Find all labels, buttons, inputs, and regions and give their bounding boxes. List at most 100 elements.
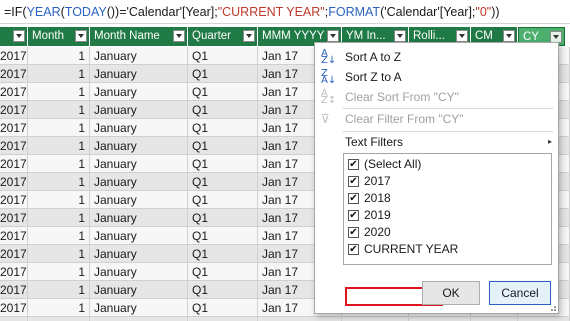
sort-a-to-z-item[interactable]: A Z↓ Sort A to Z (315, 47, 558, 67)
cell-year[interactable]: 2017 (0, 173, 28, 191)
filter-value-item[interactable]: ✔ 2017 (348, 173, 391, 190)
cell-quarter[interactable]: Q1 (188, 245, 258, 263)
cell-month-name[interactable]: January (90, 209, 188, 227)
column-header-month[interactable]: Month (28, 27, 90, 46)
checkbox-icon[interactable]: ✔ (348, 176, 359, 187)
cell-year[interactable]: 2017 (0, 299, 28, 317)
filter-value-item[interactable]: ✔ 2018 (348, 190, 391, 207)
formula-bar[interactable]: =IF(YEAR(TODAY ())='Calendar'[Year]; "CURR… (0, 0, 570, 24)
cell-year[interactable]: 2017 (0, 101, 28, 119)
cell-month-name[interactable]: January (90, 173, 188, 191)
filter-dropdown-icon[interactable] (13, 30, 25, 42)
cell-month-name[interactable]: January (90, 299, 188, 317)
cell-month-name[interactable]: January (90, 65, 188, 83)
cell-cm[interactable] (471, 317, 518, 321)
cell-year[interactable]: 2017 (0, 209, 28, 227)
cell-month-name[interactable]: January (90, 281, 188, 299)
column-header-quarter[interactable]: Quarter (188, 27, 258, 46)
sort-z-to-a-item[interactable]: Z A↓ Sort Z to A (315, 67, 558, 87)
cell-month[interactable]: 1 (28, 65, 90, 83)
filter-dropdown-icon[interactable] (243, 30, 255, 42)
cell-month-name[interactable]: January (90, 155, 188, 173)
cell-month-name[interactable]: January (90, 137, 188, 155)
cell-year[interactable]: 2017 (0, 155, 28, 173)
text-filters-item[interactable]: Text Filters ▸ (315, 132, 558, 152)
cell-month[interactable]: 1 (28, 263, 90, 281)
cell-month[interactable]: 1 (28, 83, 90, 101)
cell-month[interactable]: 1 (28, 119, 90, 137)
cell-month-name[interactable]: January (90, 263, 188, 281)
cell-month[interactable]: 1 (28, 101, 90, 119)
checkbox-icon[interactable]: ✔ (348, 227, 359, 238)
cell-quarter[interactable]: Q1 (188, 155, 258, 173)
checkbox-icon[interactable]: ✔ (348, 193, 359, 204)
resize-grip-icon[interactable] (548, 303, 556, 311)
cell-quarter[interactable]: Q1 (188, 317, 258, 321)
filter-dropdown-icon[interactable] (327, 30, 339, 42)
cell-year[interactable]: 2017 (0, 119, 28, 137)
filter-values-list[interactable]: ✔ (Select All) ✔ 2017 ✔ 2018 ✔ 2019 ✔ 2020 ✔ CURREN… (343, 153, 552, 306)
cell-year[interactable]: 2017 (0, 227, 28, 245)
cell-year[interactable]: 2017 (0, 191, 28, 209)
filter-dropdown-icon[interactable] (75, 30, 87, 42)
cell-cy[interactable] (518, 317, 570, 321)
cell-month[interactable]: 1 (28, 317, 90, 321)
cell-month[interactable]: 1 (28, 155, 90, 173)
cell-quarter[interactable]: Q1 (188, 47, 258, 65)
cell-month-name[interactable]: January (90, 227, 188, 245)
cell-quarter[interactable]: Q1 (188, 101, 258, 119)
cell-year[interactable]: 2017 (0, 317, 28, 321)
filter-dropdown-icon[interactable] (456, 30, 468, 42)
column-header-month-name[interactable]: Month Name (90, 27, 188, 46)
cell-month-name[interactable]: January (90, 245, 188, 263)
cell-month-name[interactable]: January (90, 191, 188, 209)
checkbox-icon[interactable]: ✔ (348, 159, 359, 170)
cell-quarter[interactable]: Q1 (188, 299, 258, 317)
cell-month-name[interactable]: January (90, 101, 188, 119)
cell-month-name[interactable]: January (90, 119, 188, 137)
cell-month[interactable]: 1 (28, 281, 90, 299)
filter-value-item[interactable]: ✔ 2020 (348, 224, 391, 241)
cell-year[interactable]: 2017 (0, 137, 28, 155)
cell-quarter[interactable]: Q1 (188, 65, 258, 83)
filter-dropdown-icon[interactable] (503, 30, 515, 42)
cell-month[interactable]: 1 (28, 209, 90, 227)
checkbox-icon[interactable]: ✔ (348, 210, 359, 221)
ok-button[interactable]: OK (422, 281, 480, 305)
filter-value-item[interactable]: ✔ 2019 (348, 207, 391, 224)
cell-quarter[interactable]: Q1 (188, 209, 258, 227)
cell-quarter[interactable]: Q1 (188, 227, 258, 245)
cell-month-name[interactable]: January (90, 83, 188, 101)
cell-year[interactable]: 2017 (0, 263, 28, 281)
cell-month[interactable]: 1 (28, 245, 90, 263)
cell-month-name[interactable]: January (90, 47, 188, 65)
cell-month-name[interactable]: January (90, 317, 188, 321)
cell-quarter[interactable]: Q1 (188, 263, 258, 281)
cell-month[interactable]: 1 (28, 227, 90, 245)
cell-quarter[interactable]: Q1 (188, 137, 258, 155)
cell-rolling[interactable] (409, 317, 471, 321)
filter-dropdown-icon[interactable] (394, 30, 406, 42)
filter-value-item[interactable]: ✔ CURRENT YEAR (348, 241, 458, 258)
cell-year[interactable]: 2017 (0, 65, 28, 83)
cell-mmm-yyyy[interactable]: Jan 17 (258, 317, 342, 321)
cell-quarter[interactable]: Q1 (188, 83, 258, 101)
cell-quarter[interactable]: Q1 (188, 191, 258, 209)
cell-quarter[interactable]: Q1 (188, 173, 258, 191)
table-row[interactable]: 20171JanuaryQ1Jan 17 (0, 317, 570, 321)
cell-month[interactable]: 1 (28, 191, 90, 209)
filter-dropdown-icon[interactable] (173, 30, 185, 42)
column-header-year[interactable] (0, 27, 28, 46)
cancel-button[interactable]: Cancel (489, 281, 551, 305)
cell-year[interactable]: 2017 (0, 281, 28, 299)
cell-ym-index[interactable] (342, 317, 409, 321)
cell-month[interactable]: 1 (28, 299, 90, 317)
cell-month[interactable]: 1 (28, 137, 90, 155)
cell-year[interactable]: 2017 (0, 47, 28, 65)
filter-value-item[interactable]: ✔ (Select All) (348, 156, 421, 173)
cell-month[interactable]: 1 (28, 47, 90, 65)
cell-month[interactable]: 1 (28, 173, 90, 191)
cell-year[interactable]: 2017 (0, 83, 28, 101)
cell-year[interactable]: 2017 (0, 245, 28, 263)
checkbox-icon[interactable]: ✔ (348, 244, 359, 255)
